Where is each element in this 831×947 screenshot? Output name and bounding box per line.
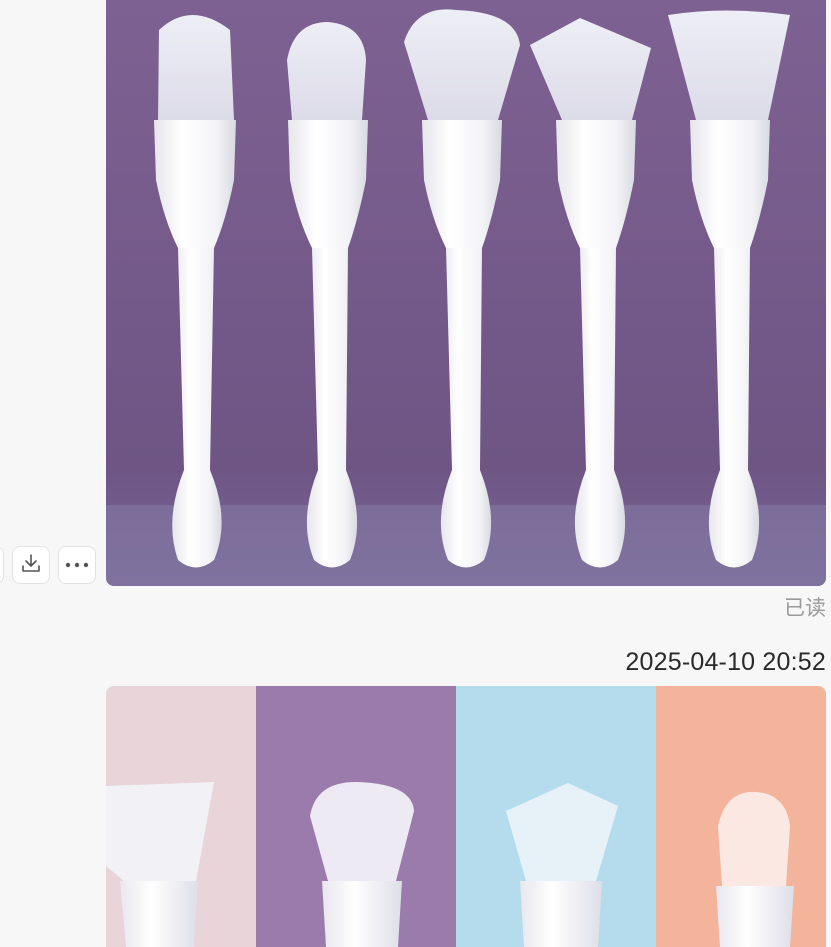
message-image-brushes-colors[interactable] <box>106 686 826 947</box>
download-icon <box>20 552 42 579</box>
read-status: 已读 <box>784 597 826 620</box>
download-button[interactable] <box>12 546 50 584</box>
message-actions <box>0 546 96 584</box>
more-icon <box>64 556 90 574</box>
more-button[interactable] <box>58 546 96 584</box>
message-image-brushes[interactable] <box>106 0 826 586</box>
message-timestamp: 2025-04-10 20:52 <box>625 648 826 676</box>
chat-area: 已读 2025-04-10 20:52 <box>0 0 831 947</box>
action-button-partial[interactable] <box>0 546 4 584</box>
